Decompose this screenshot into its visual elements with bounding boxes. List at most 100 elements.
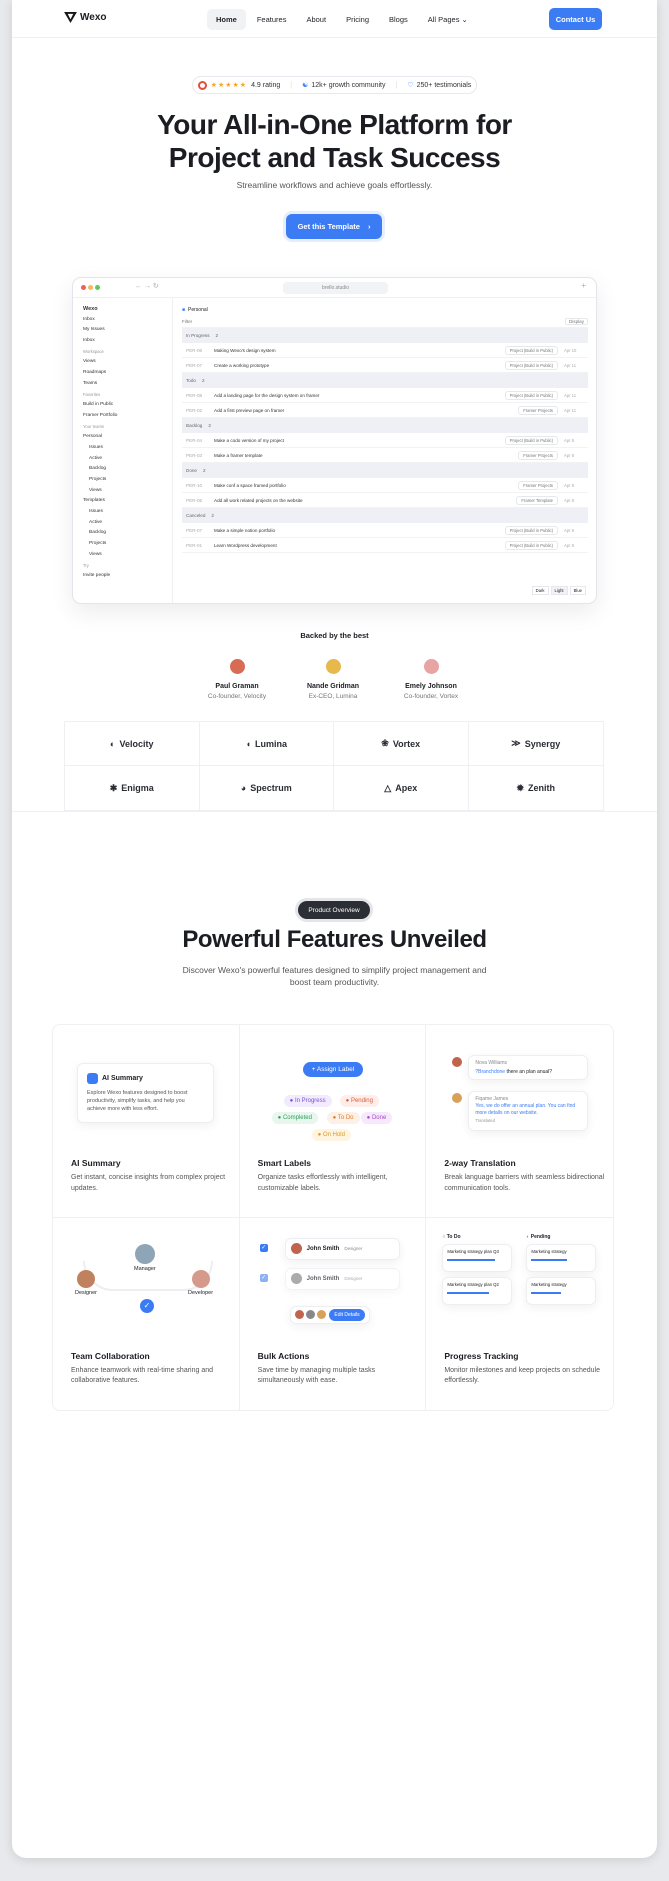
logo-label: Synergy (524, 738, 561, 749)
issue-title: Make conf a space framed portfolio (214, 482, 286, 488)
sidebar-item[interactable]: Issues (81, 443, 164, 454)
issue-id: PER-01 (186, 542, 203, 548)
sidebar-item[interactable]: Active (81, 454, 164, 465)
get-template-button[interactable]: Get this Template › (286, 214, 382, 239)
bulk-role: Designer (344, 1246, 363, 1251)
logo-label: Vortex (392, 738, 421, 749)
edit-details-button[interactable]: Edit Details (329, 1308, 365, 1321)
nav-link-about[interactable]: About (297, 9, 335, 30)
issue-tag: Framer Template (516, 495, 558, 505)
issue-id: PER-10 (186, 482, 203, 488)
translated-tag: Translated (475, 1118, 495, 1123)
group-label: In Progress (186, 333, 210, 338)
sidebar-item[interactable]: Views (81, 486, 164, 497)
filter-button[interactable]: Filter (182, 319, 192, 324)
sidebar-item[interactable]: Invite people (81, 571, 164, 582)
task-title: Marketing strategy (531, 1281, 567, 1287)
assign-label-button[interactable]: + Assign Label (302, 1062, 364, 1077)
nav-link-all-pages[interactable]: All Pages ⌄ (419, 9, 477, 30)
divider: | (395, 81, 398, 89)
group-count: 2 (211, 513, 214, 518)
team-role: Manager (134, 1265, 156, 1272)
label-in-progress: ● In Progress (283, 1095, 332, 1107)
issue-title: Make a simple notion portfolio (214, 527, 276, 533)
feature-desc: Monitor milestones and keep projects on … (444, 1366, 600, 1385)
features-grid: AI Summary Explore Wexo features designe… (52, 1024, 614, 1411)
nav-link-blogs[interactable]: Blogs (380, 9, 417, 30)
label-done: ● Done (360, 1112, 393, 1124)
feature-team-collab: Manager Designer Developer ✓ Team Collab… (53, 1217, 240, 1410)
issue-row[interactable]: PER-02 Add a first preview page on framer… (182, 403, 588, 418)
sidebar-item[interactable]: Framer Portfolio (81, 411, 164, 422)
chat-bubble-2: Fiqame James Yes, we do offer an annual … (468, 1091, 589, 1131)
new-tab-icon: + (581, 281, 586, 290)
logo-label: Velocity (119, 738, 154, 749)
avatar (305, 1310, 315, 1319)
theme-dark[interactable]: Dark (531, 586, 549, 595)
sidebar-item[interactable]: Build in Public (81, 400, 164, 411)
avatar (290, 1243, 302, 1254)
sidebar-item[interactable]: Active (81, 518, 164, 529)
issue-row[interactable]: PER-05 Add all work related projects on t… (182, 493, 588, 508)
sidebar-item[interactable]: Backlog (81, 528, 164, 539)
issue-row[interactable]: PER-06 Making Wexo's design system Project… (182, 343, 588, 358)
theme-blue[interactable]: Blue (569, 586, 586, 595)
community-group: ☯ 12k+ growth community (302, 81, 385, 90)
issue-title: Add all work related projects on the web… (214, 497, 303, 503)
status-group-header[interactable]: In Progress 2 (182, 328, 588, 343)
issue-row[interactable]: PER-10 Make conf a space framed portfolio… (182, 478, 588, 493)
status-group-header[interactable]: Canceled 2 (182, 508, 588, 523)
sidebar-item[interactable]: Templates (81, 496, 164, 507)
issue-row[interactable]: PER-03 Make a framer template Framer Proje… (182, 448, 588, 463)
users-icon: ☯ (302, 82, 309, 89)
sidebar-item[interactable]: Teams (81, 379, 164, 390)
sidebar-item[interactable]: Projects (81, 539, 164, 550)
brand-logo[interactable]: Wexo (64, 12, 107, 23)
display-button[interactable]: Display (564, 318, 588, 325)
sidebar-item[interactable]: Personal (81, 432, 164, 443)
sidebar-item[interactable]: Projects (81, 475, 164, 486)
wexo-logo-icon (64, 12, 77, 23)
status-group-header[interactable]: Backlog 2 (182, 418, 588, 433)
issue-row[interactable]: PER-08 Add a landing page for the design … (182, 388, 588, 403)
contact-button[interactable]: Contact Us (549, 8, 602, 30)
issue-row[interactable]: PER-07 Make a simple notion portfolio Proj… (182, 523, 588, 538)
nav-link-features[interactable]: Features (248, 9, 296, 30)
issue-row[interactable]: PER-04 Make a codo version of my project P… (182, 433, 588, 448)
social-proof-pill: ★★★★★ 4.9 rating | ☯ 12k+ growth communi… (192, 76, 477, 94)
sidebar-item[interactable]: Inbox (81, 336, 164, 347)
chat-link[interactable]: ?Branchdone (475, 1069, 505, 1075)
sidebar-item[interactable]: Backlog (81, 464, 164, 475)
task-card[interactable]: Marketing strategy (526, 1276, 597, 1305)
zenith-icon: ✹ (516, 782, 525, 793)
issue-tag: Project (Build in Public) (504, 435, 558, 445)
nav-link-pricing[interactable]: Pricing (337, 9, 378, 30)
status-group-header[interactable]: Done 2 (182, 463, 588, 478)
sidebar-item[interactable]: Views (81, 357, 164, 368)
task-card[interactable]: Marketing strategy (526, 1243, 597, 1272)
task-card[interactable]: Marketing strategy plan Q2 (442, 1276, 513, 1305)
issue-row[interactable]: PER-07 Create a working prototype Project … (182, 358, 588, 373)
sidebar-section: Try (83, 562, 89, 568)
sidebar-item[interactable]: Issues (81, 507, 164, 518)
issue-row[interactable]: PER-01 Learn Wordpress development Project… (182, 538, 588, 553)
circle-icon: ○ (442, 1233, 446, 1240)
theme-light[interactable]: Light (550, 586, 568, 595)
app-sidebar: Wexo Inbox My Issues Inbox Workspace Views Ro… (73, 298, 173, 603)
checkbox-checked-icon[interactable]: ✓ (259, 1273, 268, 1282)
issue-date: Apr 8 (564, 452, 575, 458)
checkbox-checked-icon[interactable]: ✓ (259, 1243, 268, 1252)
sidebar-item[interactable]: Roadmaps (81, 368, 164, 379)
ai-card-header: AI Summary (87, 1073, 204, 1084)
group-label: Done (186, 468, 197, 473)
app-brand: Wexo (83, 306, 98, 312)
minimize-dot-icon (88, 285, 93, 290)
team-role: Designer (75, 1289, 98, 1296)
sidebar-item[interactable]: My Issues (81, 325, 164, 336)
sidebar-item[interactable]: Inbox (81, 315, 164, 326)
task-card[interactable]: Marketing strategy plan Q3 (442, 1243, 513, 1272)
sidebar-item[interactable]: Views (81, 550, 164, 561)
status-group-header[interactable]: Todo 2 (182, 373, 588, 388)
nav-link-home[interactable]: Home (207, 9, 246, 30)
feature-title: Team Collaboration (71, 1350, 150, 1361)
